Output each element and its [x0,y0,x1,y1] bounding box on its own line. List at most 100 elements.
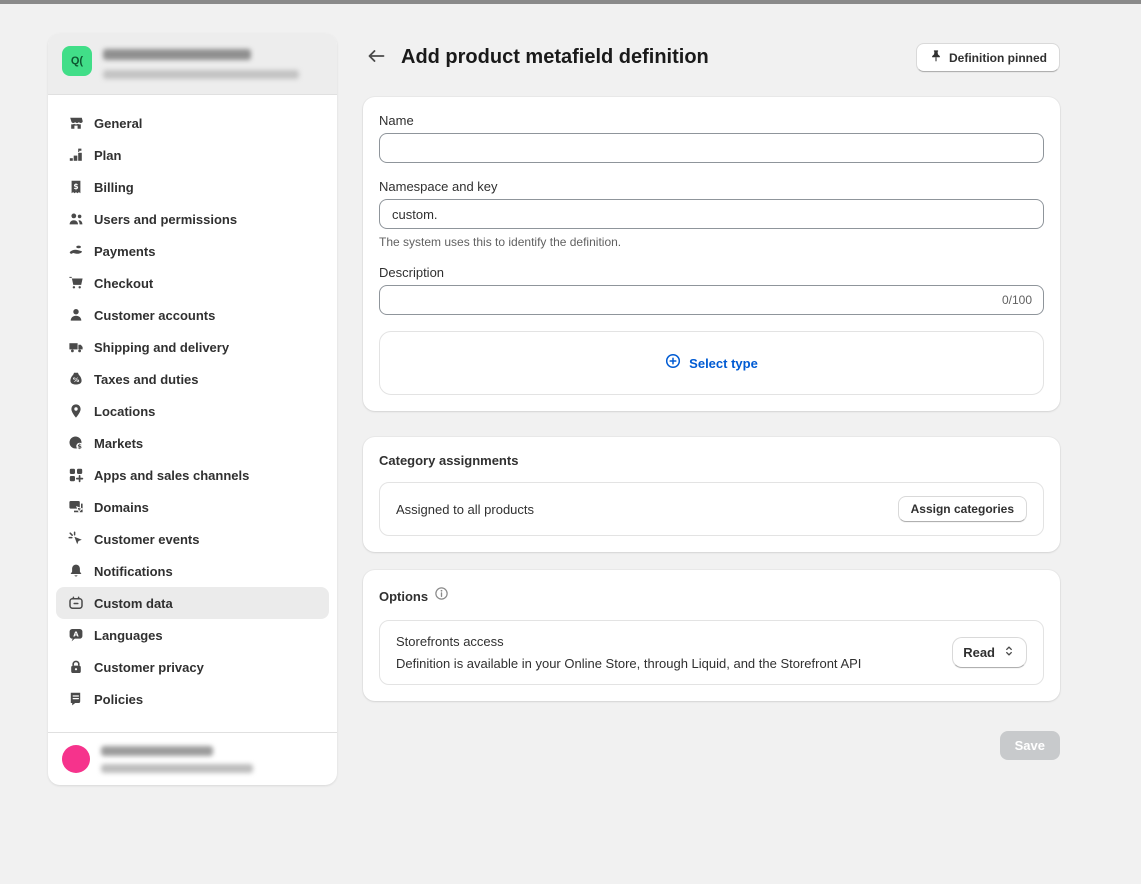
sidebar-item-label: Locations [94,404,155,419]
pin-icon [929,49,943,66]
description-field: Description 0/100 [379,265,1044,315]
sidebar-item-label: Customer accounts [94,308,215,323]
category-assignments-title: Category assignments [379,453,1044,468]
sidebar-item-notifications[interactable]: Notifications [56,555,329,587]
description-input[interactable] [379,285,1044,315]
sidebar-item-label: Billing [94,180,134,195]
sidebar-item-policies[interactable]: Policies [56,683,329,715]
up-down-chevrons-icon [1002,644,1016,661]
storefronts-access-description: Definition is available in your Online S… [396,656,861,671]
user-email-redacted [101,764,253,773]
page-header: Add product metafield definition Definit… [363,43,1060,72]
location-pin-icon [68,403,84,419]
save-button[interactable]: Save [1000,731,1060,760]
sidebar-item-payments[interactable]: Payments [56,235,329,267]
name-label: Name [379,113,1044,128]
store-avatar: Q( [62,46,92,76]
policy-icon [68,691,84,707]
sidebar-item-apps-and-sales-channels[interactable]: Apps and sales channels [56,459,329,491]
sidebar-item-label: Users and permissions [94,212,237,227]
sidebar-item-custom-data[interactable]: Custom data [56,587,329,619]
sidebar-item-customer-accounts[interactable]: Customer accounts [56,299,329,331]
category-assignments-card: Category assignments Assigned to all pro… [363,437,1060,552]
assign-categories-button[interactable]: Assign categories [898,496,1027,522]
sidebar-item-label: Payments [94,244,155,259]
sidebar-item-label: General [94,116,142,131]
namespace-label: Namespace and key [379,179,1044,194]
svg-text:$: $ [73,182,78,191]
svg-text:A: A [73,630,79,638]
sidebar-item-label: Checkout [94,276,153,291]
person-icon [68,307,84,323]
info-icon[interactable] [434,586,449,606]
user-name-redacted [101,746,213,756]
store-name-redacted [103,49,251,60]
name-input[interactable] [379,133,1044,163]
plus-circle-icon [665,353,681,374]
store-identity [103,46,299,79]
description-label: Description [379,265,1044,280]
sidebar-item-general[interactable]: General [56,107,329,139]
name-field: Name [379,113,1044,163]
sidebar-item-customer-events[interactable]: Customer events [56,523,329,555]
select-type-button[interactable]: Select type [379,331,1044,395]
sidebar-item-plan[interactable]: Plan [56,139,329,171]
assign-categories-label: Assign categories [911,502,1014,516]
sidebar-item-billing[interactable]: $ Billing [56,171,329,203]
sidebar-item-label: Shipping and delivery [94,340,229,355]
main-content: Add product metafield definition Definit… [363,33,1060,760]
page-actions: Save [363,731,1060,760]
svg-text:$: $ [77,443,82,451]
sidebar-item-label: Customer events [94,532,199,547]
description-char-counter: 0/100 [1002,293,1032,307]
access-select-value: Read [963,645,995,660]
definition-pinned-label: Definition pinned [949,51,1047,65]
sidebar-item-shipping-and-delivery[interactable]: Shipping and delivery [56,331,329,363]
taxes-icon: % [68,371,84,387]
select-type-label: Select type [689,356,758,371]
definition-pinned-button[interactable]: Definition pinned [916,43,1060,72]
truck-icon [68,339,84,355]
definition-card: Name Namespace and key The system uses t… [363,97,1060,411]
sidebar-item-label: Customer privacy [94,660,204,675]
namespace-field: Namespace and key The system uses this t… [379,179,1044,249]
sidebar-item-taxes-and-duties[interactable]: % Taxes and duties [56,363,329,395]
languages-icon: A [68,627,84,643]
custom-data-icon [68,595,84,611]
namespace-input[interactable] [379,199,1044,229]
lock-icon [68,659,84,675]
category-assignments-row: Assigned to all products Assign categori… [379,482,1044,536]
back-button[interactable] [363,44,391,72]
sidebar-item-domains[interactable]: Domains [56,491,329,523]
options-title: Options [379,589,428,604]
sidebar-item-label: Languages [94,628,163,643]
storefronts-access-select[interactable]: Read [952,637,1027,668]
cursor-click-icon [68,531,84,547]
sidebar-item-locations[interactable]: Locations [56,395,329,427]
options-card: Options Storefronts access Definition is… [363,570,1060,701]
settings-sidebar: Q( General Plan $ Billing Users and perm… [48,33,337,785]
store-info-header[interactable]: Q( [48,33,337,95]
svg-text:%: % [73,376,80,384]
namespace-help-text: The system uses this to identify the def… [379,235,1044,249]
store-icon [68,115,84,131]
user-account-footer[interactable] [48,732,337,785]
cart-icon [68,275,84,291]
sidebar-item-markets[interactable]: $ Markets [56,427,329,459]
domains-icon [68,499,84,515]
bell-icon [68,563,84,579]
page-title: Add product metafield definition [401,46,906,69]
sidebar-item-customer-privacy[interactable]: Customer privacy [56,651,329,683]
user-avatar [62,745,90,773]
users-icon [68,211,84,227]
sidebar-item-users-and-permissions[interactable]: Users and permissions [56,203,329,235]
sidebar-item-checkout[interactable]: Checkout [56,267,329,299]
sidebar-item-languages[interactable]: A Languages [56,619,329,651]
back-arrow-icon [367,46,387,69]
settings-layout: Q( General Plan $ Billing Users and perm… [0,4,1141,785]
payments-icon [68,243,84,259]
store-domain-redacted [103,70,299,79]
billing-icon: $ [68,179,84,195]
sidebar-item-label: Notifications [94,564,173,579]
category-assignment-status: Assigned to all products [396,502,534,517]
